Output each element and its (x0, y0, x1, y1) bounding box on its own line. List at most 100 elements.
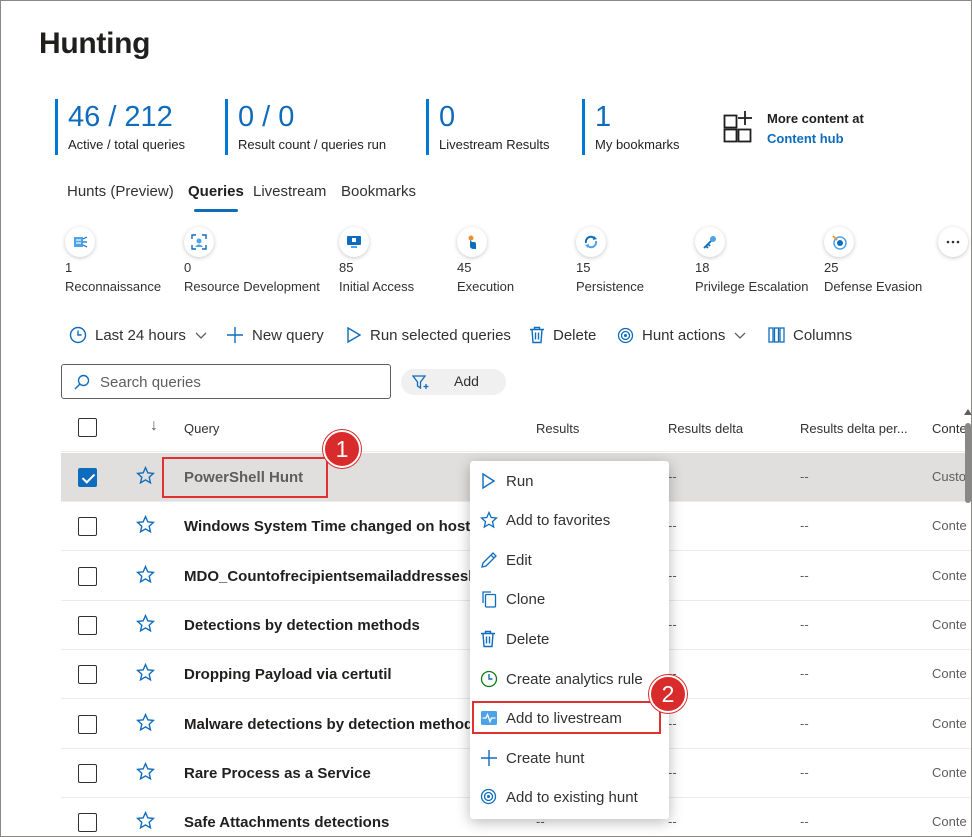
menu-item-create-analytics-rule[interactable]: Create analytics rule (470, 660, 669, 698)
stat-result-count: 0 / 0 Result count / queries run (225, 99, 386, 155)
row-checkbox[interactable] (78, 813, 97, 832)
favorite-star-icon[interactable] (136, 565, 155, 584)
favorite-star-icon[interactable] (136, 515, 155, 534)
tactic-name: Defense Evasion (824, 279, 923, 294)
menu-item-run[interactable]: Run (470, 462, 669, 500)
menu-item-create-hunt[interactable]: Create hunt (470, 739, 669, 777)
query-name[interactable]: Dropping Payload via certutil (184, 666, 392, 683)
favorite-star-icon[interactable] (136, 713, 155, 732)
menu-item-clone[interactable]: Clone (470, 580, 669, 618)
favorite-star-icon[interactable] (136, 663, 155, 682)
stat-label: Livestream Results (439, 137, 550, 152)
menu-item-label: Create hunt (506, 750, 585, 767)
play-icon (347, 326, 362, 344)
delete-button[interactable]: Delete (529, 323, 596, 347)
menu-item-add-to-favorites[interactable]: Add to favorites (470, 501, 669, 539)
query-name[interactable]: Safe Attachments detections (184, 814, 389, 831)
delete-label: Delete (553, 326, 597, 344)
favorite-star-icon[interactable] (136, 466, 155, 485)
add-filter-button[interactable]: Add (401, 369, 506, 395)
search-box (61, 364, 391, 399)
callout-highlight-2 (472, 701, 661, 734)
table-header: ↓ Query Results Results delta Results de… (61, 404, 971, 452)
tactic-name: Privilege Escalation (695, 279, 809, 294)
cell-results-delta-percent: -- (800, 617, 809, 632)
cell-results-delta-percent: -- (800, 666, 809, 681)
tab-hunts-preview[interactable]: Hunts (Preview) (67, 183, 174, 200)
persistence-icon (576, 227, 606, 257)
menu-item-delete[interactable]: Delete (470, 620, 669, 658)
menu-item-label: Add to existing hunt (506, 789, 638, 806)
defense-evasion-icon (824, 227, 854, 257)
sort-indicator[interactable]: ↓ (150, 417, 158, 435)
menu-item-edit[interactable]: Edit (470, 541, 669, 579)
context-menu: Run Add to favorites Edit Clone Delete C… (470, 461, 669, 819)
content-hub-link[interactable]: Content hub (767, 131, 844, 146)
favorite-star-icon[interactable] (136, 762, 155, 781)
search-input[interactable] (100, 371, 380, 393)
plus-icon (481, 750, 497, 766)
tactic-count: 15 (576, 260, 591, 275)
row-checkbox[interactable] (78, 616, 97, 635)
row-checkbox[interactable] (78, 764, 97, 783)
scrollbar-thumb[interactable] (965, 423, 971, 503)
column-header-content[interactable]: Conte (932, 421, 967, 436)
column-header-results-delta[interactable]: Results delta (668, 421, 743, 436)
query-name[interactable]: MDO_Countofrecipientsemailaddressesby (184, 568, 486, 585)
tactic-name: Execution (457, 279, 515, 294)
plus-icon (227, 327, 243, 343)
row-checkbox[interactable] (78, 665, 97, 684)
time-range-dropdown[interactable]: Last 24 hours (69, 323, 208, 347)
favorite-star-icon[interactable] (136, 614, 155, 633)
columns-label: Columns (793, 326, 853, 344)
tab-livestream[interactable]: Livestream (253, 183, 326, 200)
cell-results-delta: -- (668, 469, 677, 484)
run-selected-queries-button[interactable]: Run selected queries (346, 323, 511, 347)
chevron-down-icon (195, 332, 207, 339)
cell-results-delta-percent: -- (800, 568, 809, 583)
column-header-results-delta-percent[interactable]: Results delta per... (800, 421, 908, 436)
more-icon (938, 227, 968, 257)
favorite-star-icon[interactable] (136, 811, 155, 830)
stat-active-queries: 46 / 212 Active / total queries (55, 99, 185, 155)
row-checkbox[interactable] (78, 517, 97, 536)
menu-item-label: Create analytics rule (506, 671, 643, 688)
cell-results-delta: -- (668, 765, 677, 780)
tactic-count: 85 (339, 260, 354, 275)
cell-content-source: Conte (932, 716, 967, 731)
new-query-button[interactable]: New query (226, 323, 324, 347)
row-checkbox[interactable] (78, 715, 97, 734)
page-title: Hunting (39, 27, 151, 60)
select-all-checkbox[interactable] (78, 418, 97, 437)
pencil-icon (481, 552, 497, 568)
tab-bookmarks[interactable]: Bookmarks (341, 183, 416, 200)
run-selected-label: Run selected queries (370, 326, 511, 344)
query-name[interactable]: Rare Process as a Service (184, 765, 371, 782)
cell-results-delta-percent: -- (800, 469, 809, 484)
resource-development-icon (184, 227, 214, 257)
row-checkbox[interactable] (78, 468, 97, 487)
stat-value: 1 (595, 101, 612, 133)
column-header-query[interactable]: Query (184, 421, 219, 436)
scroll-up-arrow[interactable] (964, 409, 971, 415)
hunt-actions-label: Hunt actions (642, 326, 726, 344)
initial-access-icon (339, 227, 369, 257)
search-icon (74, 374, 90, 390)
stat-label: My bookmarks (595, 137, 680, 152)
query-name[interactable]: Detections by detection methods (184, 617, 420, 634)
stat-label: Active / total queries (68, 137, 186, 152)
hunt-actions-dropdown[interactable]: Hunt actions (617, 323, 747, 347)
menu-item-add-to-existing-hunt[interactable]: Add to existing hunt (470, 778, 669, 816)
tab-queries[interactable]: Queries (188, 183, 244, 212)
columns-button[interactable]: Columns (768, 323, 852, 347)
callout-badge-2: 2 (649, 675, 687, 713)
row-checkbox[interactable] (78, 567, 97, 586)
query-name[interactable]: Windows System Time changed on hosts (184, 518, 479, 535)
column-header-results[interactable]: Results (536, 421, 579, 436)
query-name[interactable]: Malware detections by detection method (184, 716, 473, 733)
tactic-name: Persistence (576, 279, 644, 294)
table-scrollbar[interactable] (963, 409, 971, 836)
cell-results-delta: -- (668, 518, 677, 533)
analytics-rule-icon (480, 670, 498, 688)
cell-results-delta: -- (668, 814, 677, 829)
